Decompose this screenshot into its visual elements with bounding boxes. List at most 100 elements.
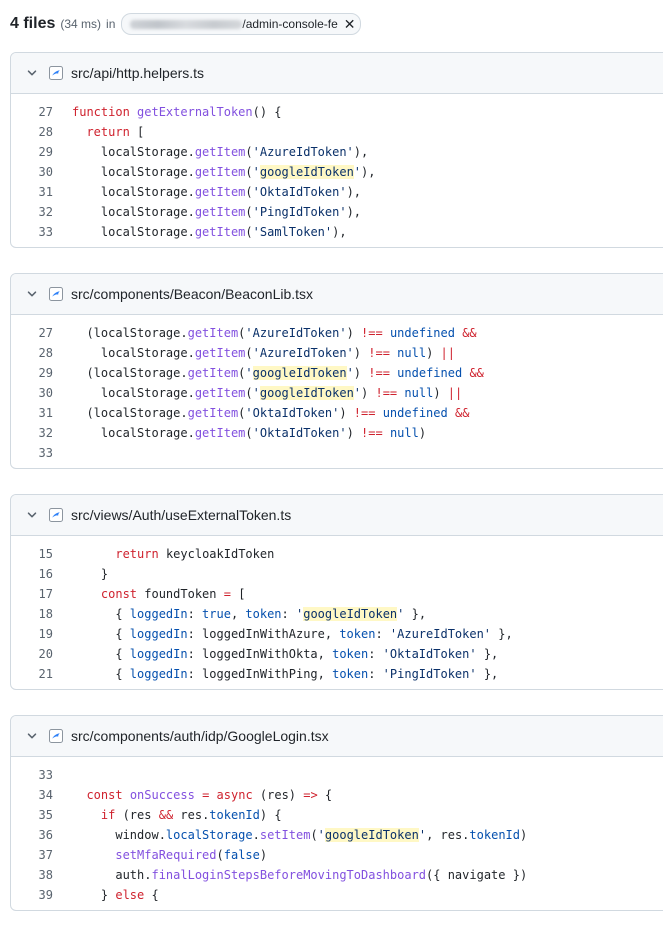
line-number[interactable]: 33 [11, 225, 53, 239]
code-token: !== [361, 326, 383, 340]
file-path-link[interactable]: src/components/Beacon/BeaconLib.tsx [71, 286, 313, 302]
code-token: : loggedInWithAzure, [187, 627, 340, 641]
code-token: ) [259, 848, 268, 862]
code-line: 32 localStorage.getItem('OktaIdToken') !… [11, 423, 663, 443]
line-number[interactable]: 37 [11, 848, 53, 862]
line-number[interactable]: 30 [11, 386, 53, 400]
code-token: getItem [194, 205, 246, 219]
code-token: || [440, 346, 455, 360]
file-path-link[interactable]: src/components/auth/idp/GoogleLogin.tsx [71, 728, 329, 744]
file-type-icon [49, 508, 63, 522]
code-text: return [ [53, 125, 144, 139]
file-type-icon [49, 729, 63, 743]
line-number[interactable]: 30 [11, 165, 53, 179]
code-token: : [187, 607, 203, 621]
code-token: (localStorage. [72, 406, 188, 420]
file-path-link[interactable]: src/views/Auth/useExternalToken.ts [71, 507, 291, 523]
code-token: : loggedInWithOkta, [187, 647, 333, 661]
code-line: 39 } else { [11, 885, 663, 905]
code-token: [ [129, 125, 145, 139]
line-number[interactable]: 19 [11, 627, 53, 641]
code-line: 31 (localStorage.getItem('OktaIdToken') … [11, 403, 663, 423]
line-number[interactable]: 33 [11, 446, 53, 460]
code-token: res. [173, 808, 210, 822]
line-number[interactable]: 17 [11, 587, 53, 601]
line-number[interactable]: 29 [11, 145, 53, 159]
line-number[interactable]: 36 [11, 828, 53, 842]
code-token: const [86, 788, 123, 802]
code-line: 21 { loggedIn: loggedInWithPing, token: … [11, 664, 663, 684]
code-token: : [375, 627, 390, 641]
code-token: ) [426, 346, 441, 360]
line-number[interactable]: 16 [11, 567, 53, 581]
code-token: null [397, 346, 427, 360]
code-token: ' [252, 165, 260, 179]
line-number[interactable]: 32 [11, 205, 53, 219]
code-text: localStorage.getItem('AzureIdToken'), [53, 145, 368, 159]
line-number[interactable]: 15 [11, 547, 53, 561]
code-token: ' [252, 386, 260, 400]
code-token: : [368, 667, 383, 681]
code-token: return [86, 125, 130, 139]
code-token: : [368, 647, 383, 661]
code-token: ' [346, 366, 354, 380]
line-number[interactable]: 39 [11, 888, 53, 902]
line-number[interactable]: 27 [11, 326, 53, 340]
code-token: }, [476, 647, 499, 661]
code-token: ' [418, 828, 427, 842]
code-token: localStorage [165, 828, 253, 842]
code-token: loggedIn [129, 647, 188, 661]
chevron-down-icon[interactable] [25, 66, 39, 80]
code-token: ) [339, 406, 354, 420]
chevron-down-icon[interactable] [25, 508, 39, 522]
code-token: token [245, 607, 282, 621]
line-number[interactable]: 21 [11, 667, 53, 681]
code-token: null [389, 426, 419, 440]
line-number[interactable]: 38 [11, 868, 53, 882]
match-highlight: googleIdToken [324, 828, 419, 842]
line-number[interactable]: 34 [11, 788, 53, 802]
code-token: ( [245, 165, 253, 179]
code-token: undefined [382, 406, 448, 420]
code-token: loggedIn [129, 607, 188, 621]
close-icon[interactable]: ✕ [344, 17, 356, 31]
code-token: 'AzureIdToken' [252, 145, 354, 159]
code-token: foundToken [137, 587, 224, 601]
code-token: auth. [72, 868, 152, 882]
line-number[interactable]: 27 [11, 105, 53, 119]
chevron-down-icon[interactable] [25, 287, 39, 301]
code-token: { [72, 667, 130, 681]
code-text: (localStorage.getItem('AzureIdToken') !=… [53, 326, 477, 340]
line-number[interactable]: 29 [11, 366, 53, 380]
file-path-link[interactable]: src/api/http.helpers.ts [71, 65, 204, 81]
code-token: ( [245, 346, 253, 360]
line-number[interactable]: 18 [11, 607, 53, 621]
code-token: token [332, 647, 369, 661]
code-token: { [317, 788, 333, 802]
line-number[interactable]: 35 [11, 808, 53, 822]
code-token: && [462, 326, 477, 340]
code-token: localStorage. [72, 225, 195, 239]
line-number[interactable]: 31 [11, 406, 53, 420]
code-text: window.localStorage.setItem('googleIdTok… [53, 828, 527, 842]
line-number[interactable]: 33 [11, 768, 53, 782]
line-number[interactable]: 28 [11, 125, 53, 139]
line-number[interactable]: 20 [11, 647, 53, 661]
result-header: src/views/Auth/useExternalToken.ts [11, 495, 663, 536]
code-token: getItem [187, 406, 239, 420]
line-number[interactable]: 28 [11, 346, 53, 360]
code-token: getItem [194, 386, 246, 400]
repo-filter-pill[interactable]: /admin-console-fe ✕ [121, 13, 361, 35]
code-token: , [230, 607, 246, 621]
line-number[interactable]: 32 [11, 426, 53, 440]
code-line: 29 localStorage.getItem('AzureIdToken'), [11, 142, 663, 162]
code-token: && [469, 366, 484, 380]
code-text: const onSuccess = async (res) => { [53, 788, 332, 802]
code-text: localStorage.getItem('OktaIdToken') !== … [53, 426, 426, 440]
chevron-down-icon[interactable] [25, 729, 39, 743]
line-number[interactable]: 31 [11, 185, 53, 199]
code-token: || [447, 386, 463, 400]
